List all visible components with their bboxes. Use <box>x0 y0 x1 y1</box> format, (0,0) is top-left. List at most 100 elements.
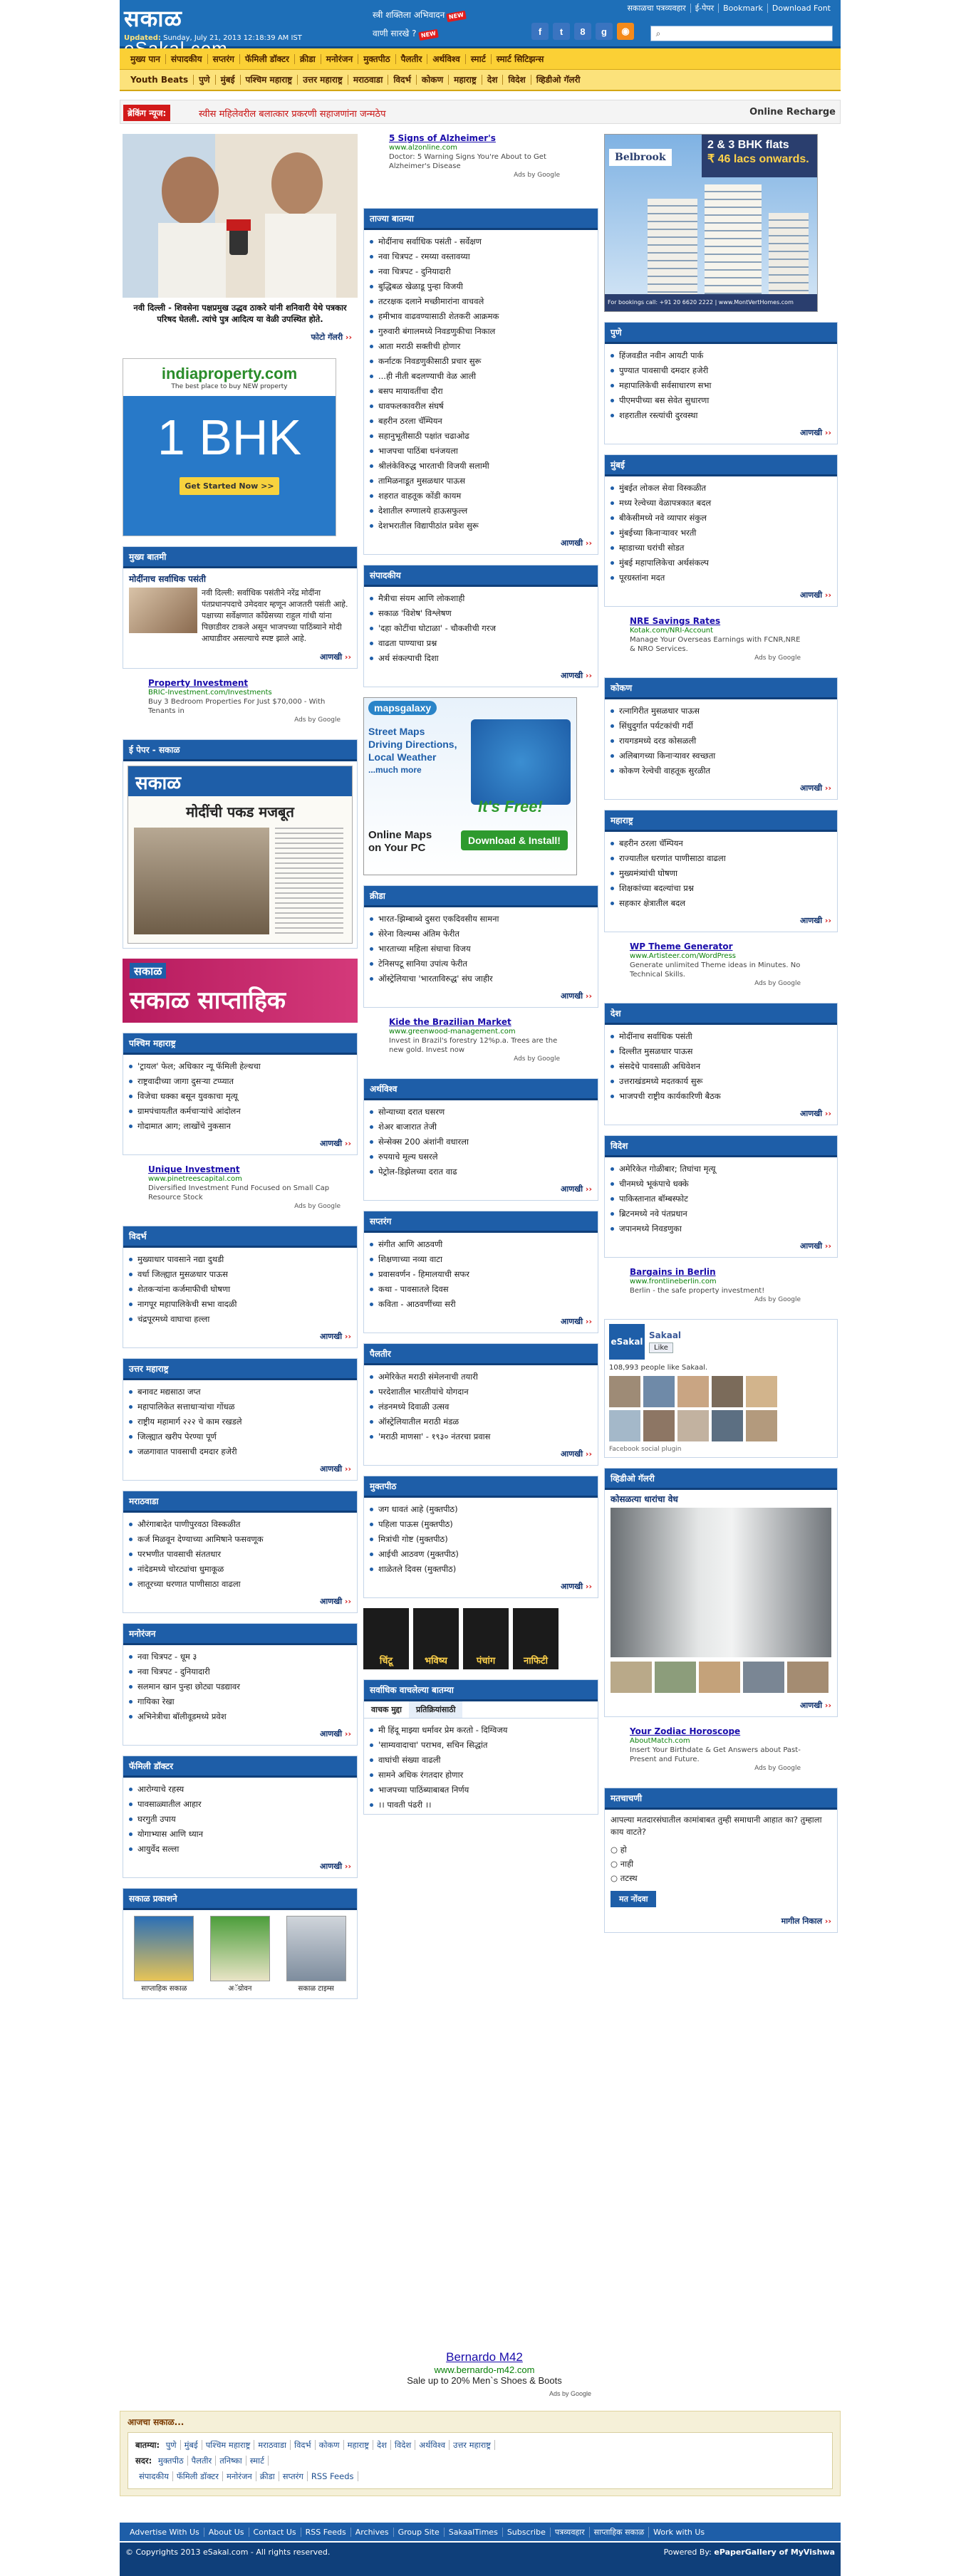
hero-caption[interactable]: नवी दिल्ली - शिवसेना पक्षप्रमुख उद्धव ठा… <box>123 298 358 329</box>
headline-link[interactable]: शेतकऱ्यांना कर्जमाफीची घोषणा <box>129 1282 351 1297</box>
main-nav-item[interactable]: फॅमिली डॉक्टर <box>240 53 295 64</box>
more-link[interactable]: आणखी <box>605 1238 837 1257</box>
section-title[interactable]: पुणे <box>605 323 837 344</box>
more-link[interactable]: आणखी <box>364 667 598 687</box>
main-nav-item[interactable]: क्रीडा <box>295 53 321 64</box>
section-title[interactable]: मुक्तपीठ <box>364 1476 598 1498</box>
previous-results-link[interactable]: मागील निकाल <box>605 1913 837 1932</box>
photo-gallery-link[interactable]: फोटो गॅलरी <box>123 329 358 348</box>
headline-link[interactable]: देशातील रुग्णालये हाऊसफुल्ल <box>370 504 592 518</box>
belbrook-flats-ad[interactable]: Belbrook 2 & 3 BHK flats ₹ 46 lacs onwar… <box>604 134 818 312</box>
more-link[interactable]: आणखी <box>364 535 598 554</box>
section-title[interactable]: मुंबई <box>605 455 837 476</box>
headline-link[interactable]: लंडनमध्ये दिवाळी उत्सव <box>370 1399 592 1414</box>
more-link[interactable]: आणखी <box>123 649 357 668</box>
saptahik-banner[interactable]: सकाळ सकाळ साप्ताहिक <box>123 959 358 1023</box>
headline-link[interactable]: पुण्यात पावसाची दमदार हजेरी <box>611 363 831 378</box>
headline-link[interactable]: परदेशातील भारतीयांचे योगदान <box>370 1385 592 1399</box>
section-title[interactable]: पैलतीर <box>364 1344 598 1365</box>
headline-link[interactable]: जग धावतं आहे (मुक्तपीठ) <box>370 1502 592 1517</box>
footer-section-link[interactable]: मुक्तपीठ <box>154 2456 188 2466</box>
headline-link[interactable]: मुंबई महापालिकेचा अर्थसंकल्प <box>611 556 831 570</box>
headline-link[interactable]: जपानमध्ये निवडणुका <box>611 1221 831 1236</box>
footer-section-link[interactable]: स्मार्ट <box>246 2456 269 2466</box>
headline-link[interactable]: मध्य रेल्वेच्या वेळापत्रकात बदल <box>611 496 831 511</box>
section-title[interactable]: मनोरंजन <box>123 1624 357 1645</box>
headline-link[interactable]: राष्ट्रीय महामार्ग २२२ चे काम रखडले <box>129 1414 351 1429</box>
section-title[interactable]: ताज्या बातम्या <box>364 209 598 230</box>
headline-link[interactable]: उत्तराखंडमध्ये मदतकार्य सुरू <box>611 1074 831 1089</box>
main-nav-item[interactable]: सप्तरंग <box>208 53 240 64</box>
rss-icon[interactable]: ◉ <box>617 23 634 40</box>
hero-photo[interactable] <box>123 134 358 298</box>
headline-link[interactable]: आरोग्याचे रहस्य <box>129 1782 351 1797</box>
search-input[interactable] <box>665 29 829 38</box>
video-thumb[interactable] <box>699 1662 740 1693</box>
google-ad-bernardo[interactable]: Bernardo M42 www.bernardo-m42.com Sale u… <box>378 2350 591 2397</box>
headline-link[interactable]: बीकेसीमध्ये नवे व्यापार संकुल <box>611 511 831 526</box>
headline-link[interactable]: मोदींनाच सर्वाधिक पसंती - सर्वेक्षण <box>370 234 592 249</box>
headline-link[interactable]: राष्ट्रवादीच्या जागा दुसऱ्या टप्प्यात <box>129 1074 351 1089</box>
breaking-text[interactable]: स्वीस महिलेवरील बलात्कार प्रकरणी सहाजणां… <box>199 107 385 120</box>
radio-icon[interactable]: ○ <box>611 1873 618 1883</box>
more-link[interactable]: आणखी <box>364 1313 598 1333</box>
footer-link[interactable]: SakaalTimes <box>445 2527 503 2537</box>
headline-link[interactable]: कर्नाटक निवडणुकीसाठी प्रचार सुरू <box>370 354 592 369</box>
headline-link[interactable]: दिल्लीत मुसळधार पाऊस <box>611 1044 831 1059</box>
footer-section-link[interactable]: मुंबई <box>180 2440 202 2450</box>
google-ad-alzheimers[interactable]: 5 Signs of Alzheimer's www.alzonline.com… <box>389 134 560 197</box>
most-read-item[interactable]: मी हिंदू माझ्या धर्मावर प्रेम करतो - दिग… <box>370 1723 592 1738</box>
footer-section-link[interactable]: RSS Feeds <box>307 2471 358 2481</box>
headline-link[interactable]: चीनमध्ये भूकंपाचे धक्के <box>611 1177 831 1191</box>
more-link[interactable]: आणखी <box>364 988 598 1007</box>
section-title[interactable]: विदेश <box>605 1136 837 1157</box>
footer-link[interactable]: Work with Us <box>649 2528 709 2537</box>
tab-most-read[interactable]: वाचक मुद्दा <box>364 1701 409 1718</box>
section-title[interactable]: देश <box>605 1003 837 1025</box>
section-title[interactable]: विदर्भ <box>123 1226 357 1248</box>
headline-link[interactable]: श्रीलंकेविरुद्ध भारताची विजयी सलामी <box>370 459 592 474</box>
headline-link[interactable]: ...ही नीती बदलण्याची वेळ आली <box>370 369 592 384</box>
headline-link[interactable]: नवा चित्रपट - दुनियादारी <box>129 1664 351 1679</box>
main-nav-item[interactable]: स्मार्ट <box>466 53 492 64</box>
video-thumb[interactable] <box>743 1662 784 1693</box>
main-nav-item[interactable]: मनोरंजन <box>321 53 359 64</box>
footer-link[interactable]: Advertise With Us <box>125 2527 204 2537</box>
fb-page-logo[interactable]: eSakal <box>609 1324 645 1360</box>
headline-link[interactable]: नवा चित्रपट - रमय्या वस्तावय्या <box>370 249 592 264</box>
headline-link[interactable]: नवा चित्रपट - धूम ३ <box>129 1649 351 1664</box>
section-title[interactable]: फॅमिली डॉक्टर <box>123 1756 357 1778</box>
secondary-nav-item[interactable]: विदर्भ <box>388 75 417 85</box>
headline-link[interactable]: भाजपची राष्ट्रीय कार्यकारिणी बैठक <box>611 1089 831 1104</box>
fb-page-name[interactable]: Sakaal <box>649 1330 681 1340</box>
headline-link[interactable]: पहिला पाऊस (मुक्तपीठ) <box>370 1517 592 1532</box>
orkut-icon[interactable]: 8 <box>574 23 591 40</box>
headline-link[interactable]: विजेचा धक्का बसून युवकाचा मृत्यू <box>129 1089 351 1104</box>
secondary-nav-item[interactable]: महाराष्ट्र <box>449 75 482 85</box>
headline-link[interactable]: अमेरिकेत गोळीबार; तिघांचा मृत्यू <box>611 1162 831 1177</box>
headline-link[interactable]: बुद्धिबळ खेळाडू पुन्हा विजयी <box>370 279 592 294</box>
headline-link[interactable]: कविता - आठवणींच्या सरी <box>370 1297 592 1312</box>
headline-link[interactable]: मुख्यमंत्र्यांची घोषणा <box>611 866 831 881</box>
secondary-nav-item[interactable]: देश <box>482 75 504 85</box>
headline-link[interactable]: मोदींनाच सर्वाधिक पसंती <box>611 1029 831 1044</box>
google-ad-brazil[interactable]: Kide the Brazilian Market www.greenwood-… <box>389 1018 560 1064</box>
section-title[interactable]: मराठवाडा <box>123 1491 357 1513</box>
headline-link[interactable]: भारताच्या महिला संघाचा विजय <box>370 942 592 956</box>
main-nav-item[interactable]: स्मार्ट सिटिझन्स <box>492 54 549 64</box>
video-thumb[interactable] <box>655 1662 696 1693</box>
headline-link[interactable]: अलिबागच्या किनाऱ्यावर स्वच्छता <box>611 749 831 763</box>
headline-link[interactable]: सलमान खान पुन्हा छोट्या पडद्यावर <box>129 1679 351 1694</box>
headline-link[interactable]: गोदामात आग; लाखोंचे नुकसान <box>129 1119 351 1134</box>
headline-link[interactable]: गुरुवारी बंगालमध्ये निवडणुकीचा निकाल <box>370 324 592 339</box>
powered-by[interactable]: Powered By: ePaperGallery of MyVishwa <box>664 2548 835 2557</box>
top-link-letters[interactable]: सकाळचा पत्रव्यवहार <box>623 4 691 13</box>
main-news-headline[interactable]: मोदींनाच सर्वाधिक पसंती <box>129 573 351 585</box>
headline-link[interactable]: ब्रिटनमध्ये नवे पंतप्रधान <box>611 1206 831 1221</box>
headline-link[interactable]: गायिका रेखा <box>129 1694 351 1709</box>
more-link[interactable]: आणखी <box>123 1328 357 1347</box>
footer-link[interactable]: Contact Us <box>249 2527 301 2537</box>
download-button[interactable]: Download & Install! <box>461 830 568 850</box>
footer-section-link[interactable]: महाराष्ट्र <box>343 2440 373 2450</box>
poll-option[interactable]: ○ नाही <box>611 1857 831 1871</box>
